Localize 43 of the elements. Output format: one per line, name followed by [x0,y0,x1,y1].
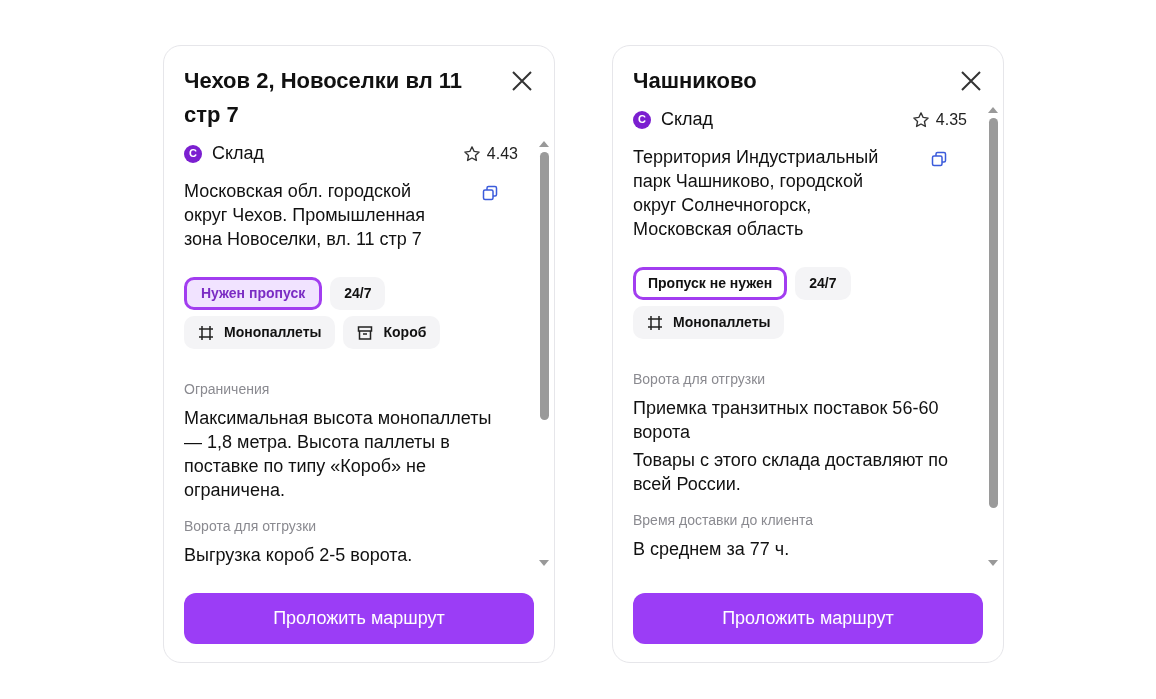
copy-icon[interactable] [482,185,498,201]
section-label: Ограничения [184,380,271,399]
star-icon [911,110,930,129]
chip-label: Короб [383,323,427,342]
address-text: Московская обл. городской округ Чехов. Промышленная зона Новоселки, вл. 11 стр 7 [184,180,427,251]
info-text: Максимальная высота монопаллеты — 1,8 метра. Высота паллеты в поставке по типу «Короб» не ограничена. [184,407,493,502]
rating-value: 4.35 [935,109,967,130]
chip-label: Монопаллеты [224,323,322,342]
scroll-down-icon[interactable] [987,559,999,567]
type-label: Склад [212,142,265,165]
close-icon[interactable] [510,69,534,93]
box-icon [357,324,374,341]
type-badge: С [633,110,651,129]
route-button[interactable]: Проложить маршрут [184,593,534,644]
chip-label: Монопаллеты [673,313,771,332]
scroll-up-icon[interactable] [538,140,550,148]
info-text: Выгрузка короб 2-5 ворота. [184,544,414,567]
info-text: Товары с этого склада доставляют по всей России. [633,449,950,496]
address-text: Территория Индустриальный парк Чашниково, городской округ Солнечногорск, Московская область [633,146,880,241]
info-text: В среднем за 77 ч. [633,538,791,561]
info-text: Приемка транзитных поставок 56-60 ворота [633,397,940,444]
scrollbar-thumb[interactable] [988,118,998,508]
section-label: Ворота для отгрузки [633,370,767,389]
tag-chip: 24/7 [795,267,851,300]
section-label: Ворота для отгрузки [184,517,318,536]
copy-icon[interactable] [931,151,947,167]
tag-chip: 24/7 [330,277,386,310]
scroll-down-icon[interactable] [538,559,550,567]
star-icon [462,144,481,163]
card-title: Чашниково [633,67,758,95]
rating-value: 4.43 [486,143,518,164]
scroll-up-icon[interactable] [987,106,999,114]
grid-icon [647,314,663,331]
type-label: Склад [661,108,714,131]
card-title: Чехов 2, Новоселки вл 11 стр 7 [184,67,463,129]
route-button[interactable]: Проложить маршрут [633,593,983,644]
grid-icon [198,324,214,341]
section-label: Время доставки до клиента [633,511,814,530]
close-icon[interactable] [959,69,983,93]
type-badge: С [184,144,202,163]
scrollbar-thumb[interactable] [539,152,549,420]
tag-chip: Нужен пропуск [184,277,323,310]
tag-chip: Пропуск не нужен [633,267,788,300]
